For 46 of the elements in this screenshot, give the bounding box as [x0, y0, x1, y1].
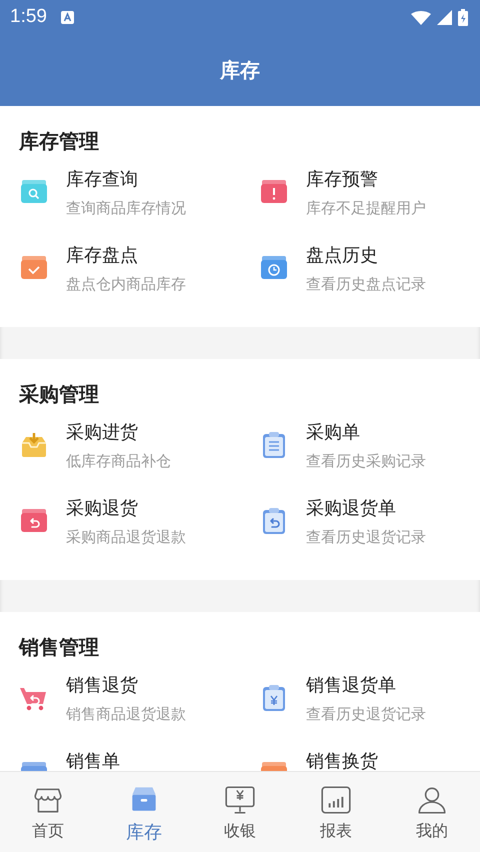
item-description: 库存不足提醒用户: [306, 199, 426, 218]
item-title: 盘点历史: [306, 244, 378, 267]
item-title: 销售退货单: [306, 674, 396, 697]
menu-item[interactable]: 采购单 查看历史采购记录: [240, 418, 480, 494]
tab[interactable]: 首页: [0, 772, 96, 852]
section-title: 采购管理: [19, 381, 99, 408]
item-description: 查看历史退货记录: [306, 528, 426, 547]
wifi-icon: [411, 10, 431, 24]
item-title: 库存盘点: [66, 244, 138, 267]
menu-item[interactable]: 采购退货 采购商品退货退款: [0, 494, 240, 570]
item-description: 查看历史采购记录: [306, 452, 426, 471]
menu-item[interactable]: 采购进货 低库存商品补仓: [0, 418, 240, 494]
item-description: 低库存商品补仓: [66, 452, 171, 471]
menu-item[interactable]: 盘点历史 查看历史盘点记录: [240, 241, 480, 317]
item-title: 销售退货: [66, 674, 138, 697]
item-title: 销售换货: [306, 750, 378, 771]
item-title: 销售单: [66, 750, 120, 771]
item-description: 销售商品退货退款: [66, 705, 186, 724]
notification-icon: [60, 10, 74, 24]
page-title: 库存: [220, 56, 260, 84]
menu-item[interactable]: 库存预警 库存不足提醒用户: [240, 165, 480, 241]
section-title: 销售管理: [19, 634, 99, 661]
item-description: 盘点仓内商品库存: [66, 275, 186, 294]
status-time: 1:59: [10, 6, 47, 28]
item-description: 查看历史退货记录: [306, 705, 426, 724]
item-title: 库存查询: [66, 168, 138, 191]
tab[interactable]: 库存: [96, 772, 192, 852]
item-description: 采购商品退货退款: [66, 528, 186, 547]
item-description: 查看历史盘点记录: [306, 275, 426, 294]
menu-item[interactable]: 采购退货单 查看历史退货记录: [240, 494, 480, 570]
item-title: 采购单: [306, 421, 360, 444]
menu-item[interactable]: 库存盘点 盘点仓内商品库存: [0, 241, 240, 317]
item-title: 采购退货单: [306, 497, 396, 520]
menu-item[interactable]: 销售退货 销售商品退货退款: [0, 671, 240, 747]
section-title: 库存管理: [19, 128, 99, 155]
item-description: 查询商品库存情况: [66, 199, 186, 218]
menu-item[interactable]: 销售退货单 查看历史退货记录: [240, 671, 480, 747]
signal-icon: [437, 10, 452, 24]
tab[interactable]: 我的: [384, 772, 480, 852]
tab[interactable]: 收银: [192, 772, 288, 852]
battery-icon: [458, 8, 468, 26]
tab[interactable]: 报表: [288, 772, 384, 852]
item-title: 采购退货: [66, 497, 138, 520]
menu-item[interactable]: 库存查询 查询商品库存情况: [0, 165, 240, 241]
item-title: 库存预警: [306, 168, 378, 191]
item-title: 采购进货: [66, 421, 138, 444]
